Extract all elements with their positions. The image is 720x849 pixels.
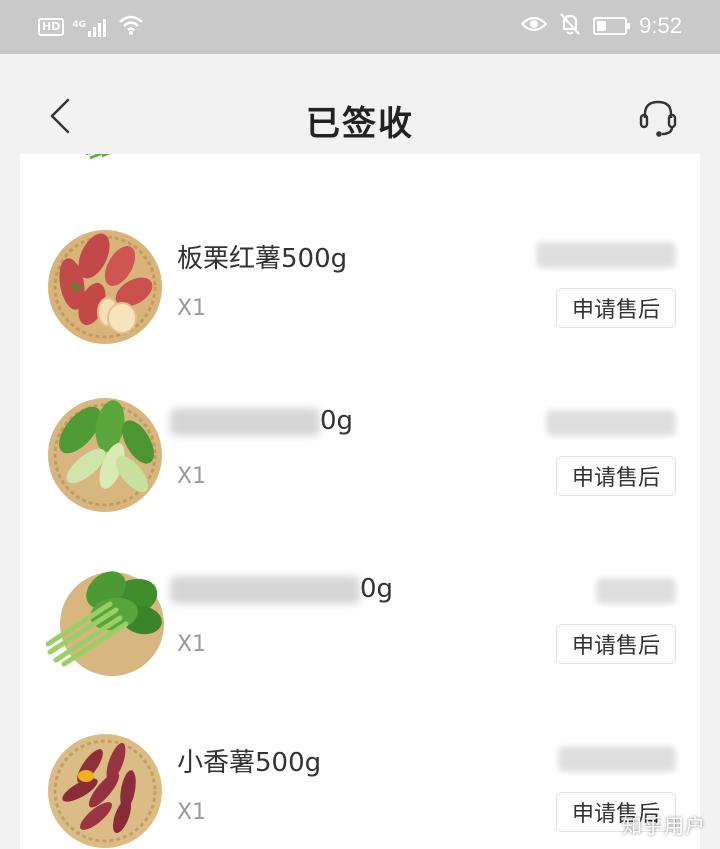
product-name-visible: 0g [320,406,354,436]
product-name: 小香薯500g [177,748,322,778]
price-redacted [596,578,676,604]
signal-icon: 4G [72,17,110,37]
product-quantity: X1 [177,464,207,489]
clock: 9:52 [639,13,682,38]
order-item: 小香薯500g X1 申请售后 [20,732,700,849]
product-image-small-sweet-potatoes[interactable] [46,732,164,849]
wifi-icon [118,14,144,40]
order-item-list: 板栗红薯500g X1 申请售后 0g X1 申请售后 0g X1 申请售后 小… [20,154,700,849]
customer-service-button[interactable] [636,96,680,140]
product-image-leafy-greens[interactable] [46,564,164,682]
product-quantity: X1 [177,296,207,321]
status-left: HD 4G [38,14,144,40]
product-image-bok-choy[interactable] [46,396,164,514]
price-redacted [546,410,676,436]
product-quantity: X1 [177,632,207,657]
bok-choy-image [48,398,162,512]
status-right: 9:52 [520,12,682,40]
eye-icon [520,14,548,38]
product-image-sweet-potato[interactable] [46,228,164,346]
mute-bell-icon [559,12,581,40]
after-sale-button[interactable]: 申请售后 [556,288,676,328]
order-item: 0g X1 申请售后 [20,564,700,684]
hd-badge: HD [38,18,65,36]
network-type: 4G [72,20,86,30]
after-sale-button[interactable]: 申请售后 [556,624,676,664]
small-sweet-potatoes-image [48,734,162,848]
battery-icon [593,17,631,35]
sweet-potato-image [48,230,162,344]
name-redacted [170,408,320,436]
order-item: 0g X1 申请售后 [20,396,700,516]
headset-icon [639,100,677,137]
after-sale-button[interactable]: 申请售后 [556,456,676,496]
battery-level [597,21,607,31]
name-redacted [170,576,360,604]
product-quantity: X1 [177,800,207,825]
status-bar: HD 4G 9:52 [0,0,720,54]
product-name: 板栗红薯500g [177,244,348,274]
order-item: 板栗红薯500g X1 申请售后 [20,228,700,348]
leafy-greens-image [46,571,164,676]
page-title: 已签收 [306,104,414,144]
price-redacted [536,242,676,268]
watermark: 知乎用户 [622,814,706,838]
price-redacted [558,746,676,772]
page-header: 已签收 [0,54,720,154]
product-name-visible: 0g [360,574,394,604]
partial-previous-item [20,154,700,162]
vegetable-image [86,154,111,160]
